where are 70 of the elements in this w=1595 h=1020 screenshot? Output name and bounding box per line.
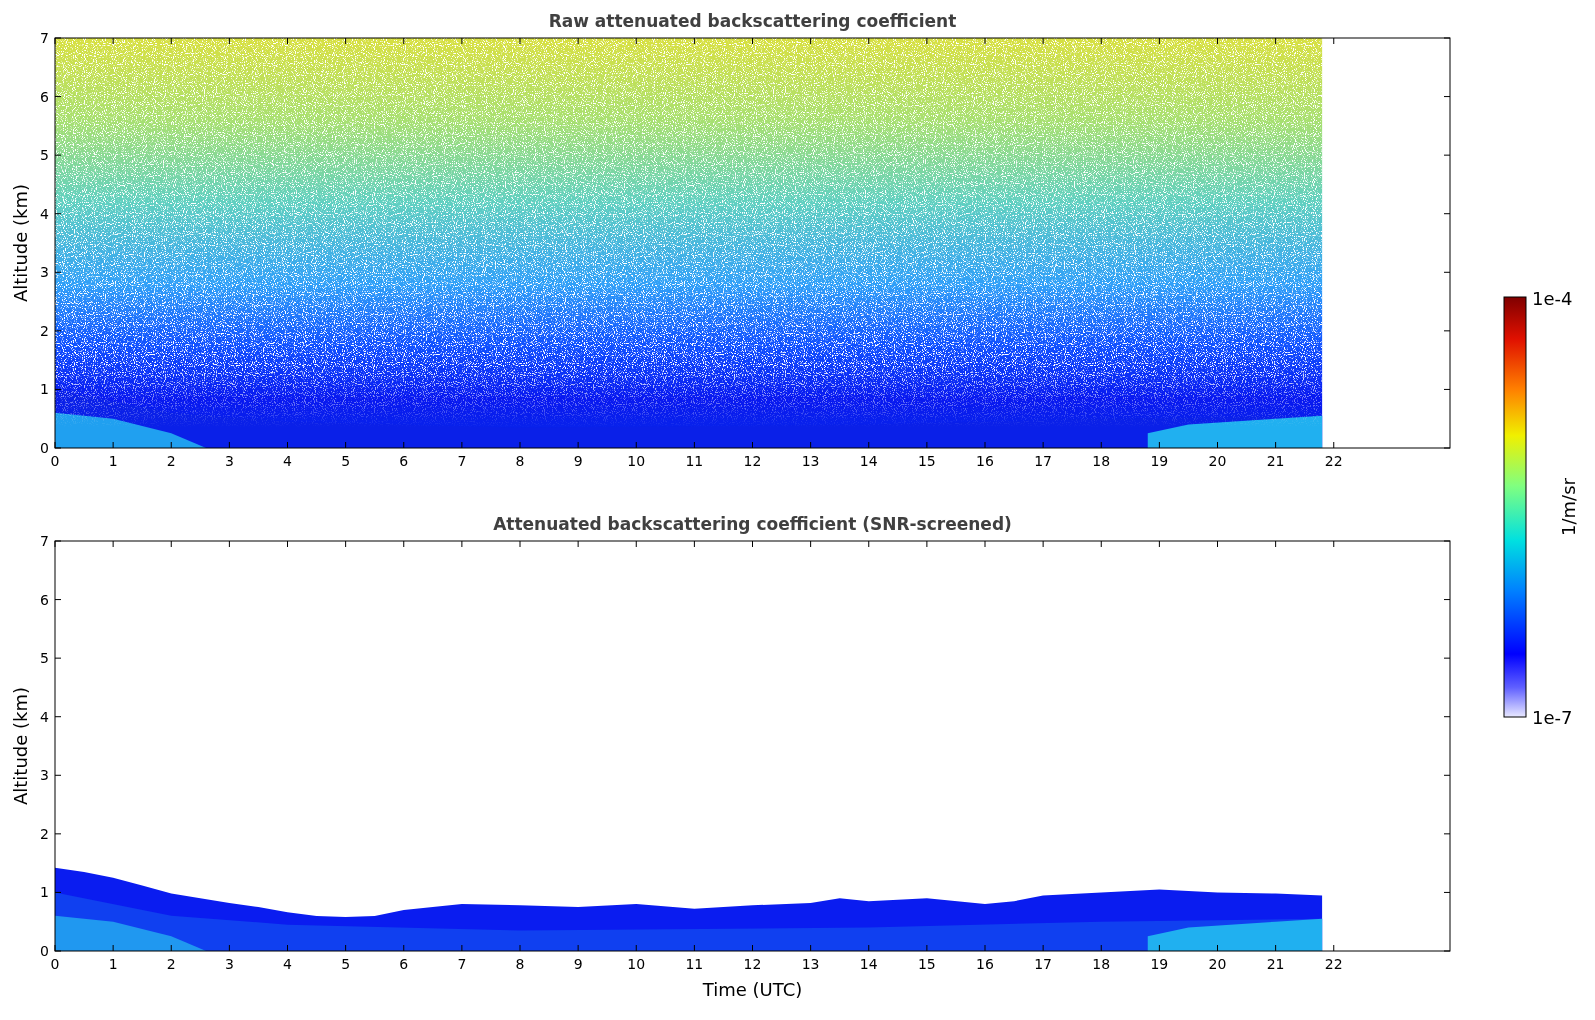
y-tick-label: 5 (40, 147, 49, 164)
x-tick-label: 14 (859, 956, 878, 972)
y-tick-label: 2 (40, 322, 49, 339)
x-tick-label: 19 (1150, 956, 1169, 972)
x-tick-label: 6 (399, 956, 409, 972)
y-tick-label: 4 (40, 708, 49, 725)
x-tick-label: 17 (1034, 453, 1053, 469)
colorbar-max-label: 1e-4 (1532, 288, 1573, 309)
x-tick-label: 10 (627, 453, 646, 469)
x-tick-label: 20 (1208, 453, 1227, 469)
x-tick-label: 9 (573, 956, 583, 972)
y-tick-label: 6 (40, 88, 49, 105)
y-tick-label: 4 (40, 205, 49, 222)
colorbar-unit-label: 1/m/sr (1558, 478, 1579, 536)
y-tick-label: 1 (40, 381, 49, 398)
x-tick-label: 5 (341, 453, 351, 469)
x-tick-label: 4 (283, 956, 292, 972)
y-tick-label: 7 (40, 30, 49, 46)
x-tick-label: 20 (1208, 956, 1227, 972)
plot-title: Attenuated backscattering coefficient (SNR-screened) (493, 514, 1012, 534)
y-tick-label: 2 (40, 825, 49, 842)
x-tick-label: 14 (859, 453, 878, 469)
x-tick-label: 0 (50, 453, 60, 469)
y-tick-label: 0 (40, 943, 49, 959)
y-tick-label: 3 (40, 264, 49, 281)
x-tick-label: 2 (166, 956, 176, 972)
x-tick-label: 7 (457, 956, 467, 972)
y-tick-label: 3 (40, 767, 49, 784)
x-tick-label: 22 (1324, 453, 1343, 469)
colorbar-min-label: 1e-7 (1532, 707, 1573, 728)
x-tick-label: 16 (976, 453, 994, 469)
x-tick-label: 8 (515, 453, 525, 469)
x-tick-label: 4 (283, 453, 292, 469)
x-tick-label: 17 (1034, 956, 1053, 972)
x-tick-label: 11 (685, 453, 704, 469)
x-tick-label: 5 (341, 956, 351, 972)
y-axis-label: Altitude (km) (10, 686, 31, 806)
x-tick-label: 8 (515, 956, 525, 972)
x-tick-label: 3 (224, 453, 234, 469)
plot-title: Raw attenuated backscattering coefficient (548, 11, 957, 31)
x-tick-label: 18 (1092, 453, 1111, 469)
x-tick-label: 15 (917, 453, 936, 469)
x-tick-label: 11 (685, 956, 704, 972)
x-tick-label: 18 (1092, 956, 1111, 972)
y-tick-label: 5 (40, 650, 49, 667)
x-tick-label: 16 (976, 956, 994, 972)
x-tick-label: 2 (166, 453, 176, 469)
x-tick-label: 15 (917, 956, 936, 972)
x-axis-label: Time (UTC) (702, 979, 803, 1000)
x-tick-label: 1 (108, 453, 118, 469)
x-tick-label: 0 (50, 956, 60, 972)
y-tick-label: 7 (40, 533, 49, 549)
x-tick-label: 3 (224, 956, 234, 972)
x-tick-label: 9 (573, 453, 583, 469)
x-tick-label: 12 (743, 956, 762, 972)
x-tick-label: 21 (1266, 956, 1285, 972)
x-tick-label: 6 (399, 453, 409, 469)
y-axis-label: Altitude (km) (10, 183, 31, 303)
x-tick-label: 21 (1266, 453, 1285, 469)
x-tick-label: 13 (801, 956, 820, 972)
x-tick-label: 7 (457, 453, 467, 469)
x-tick-label: 1 (108, 956, 118, 972)
y-tick-label: 1 (40, 884, 49, 901)
x-tick-label: 19 (1150, 453, 1169, 469)
x-tick-label: 22 (1324, 956, 1343, 972)
x-tick-label: 12 (743, 453, 762, 469)
y-tick-label: 0 (40, 440, 49, 456)
y-tick-label: 6 (40, 591, 49, 608)
x-tick-label: 10 (627, 956, 646, 972)
x-tick-label: 13 (801, 453, 820, 469)
